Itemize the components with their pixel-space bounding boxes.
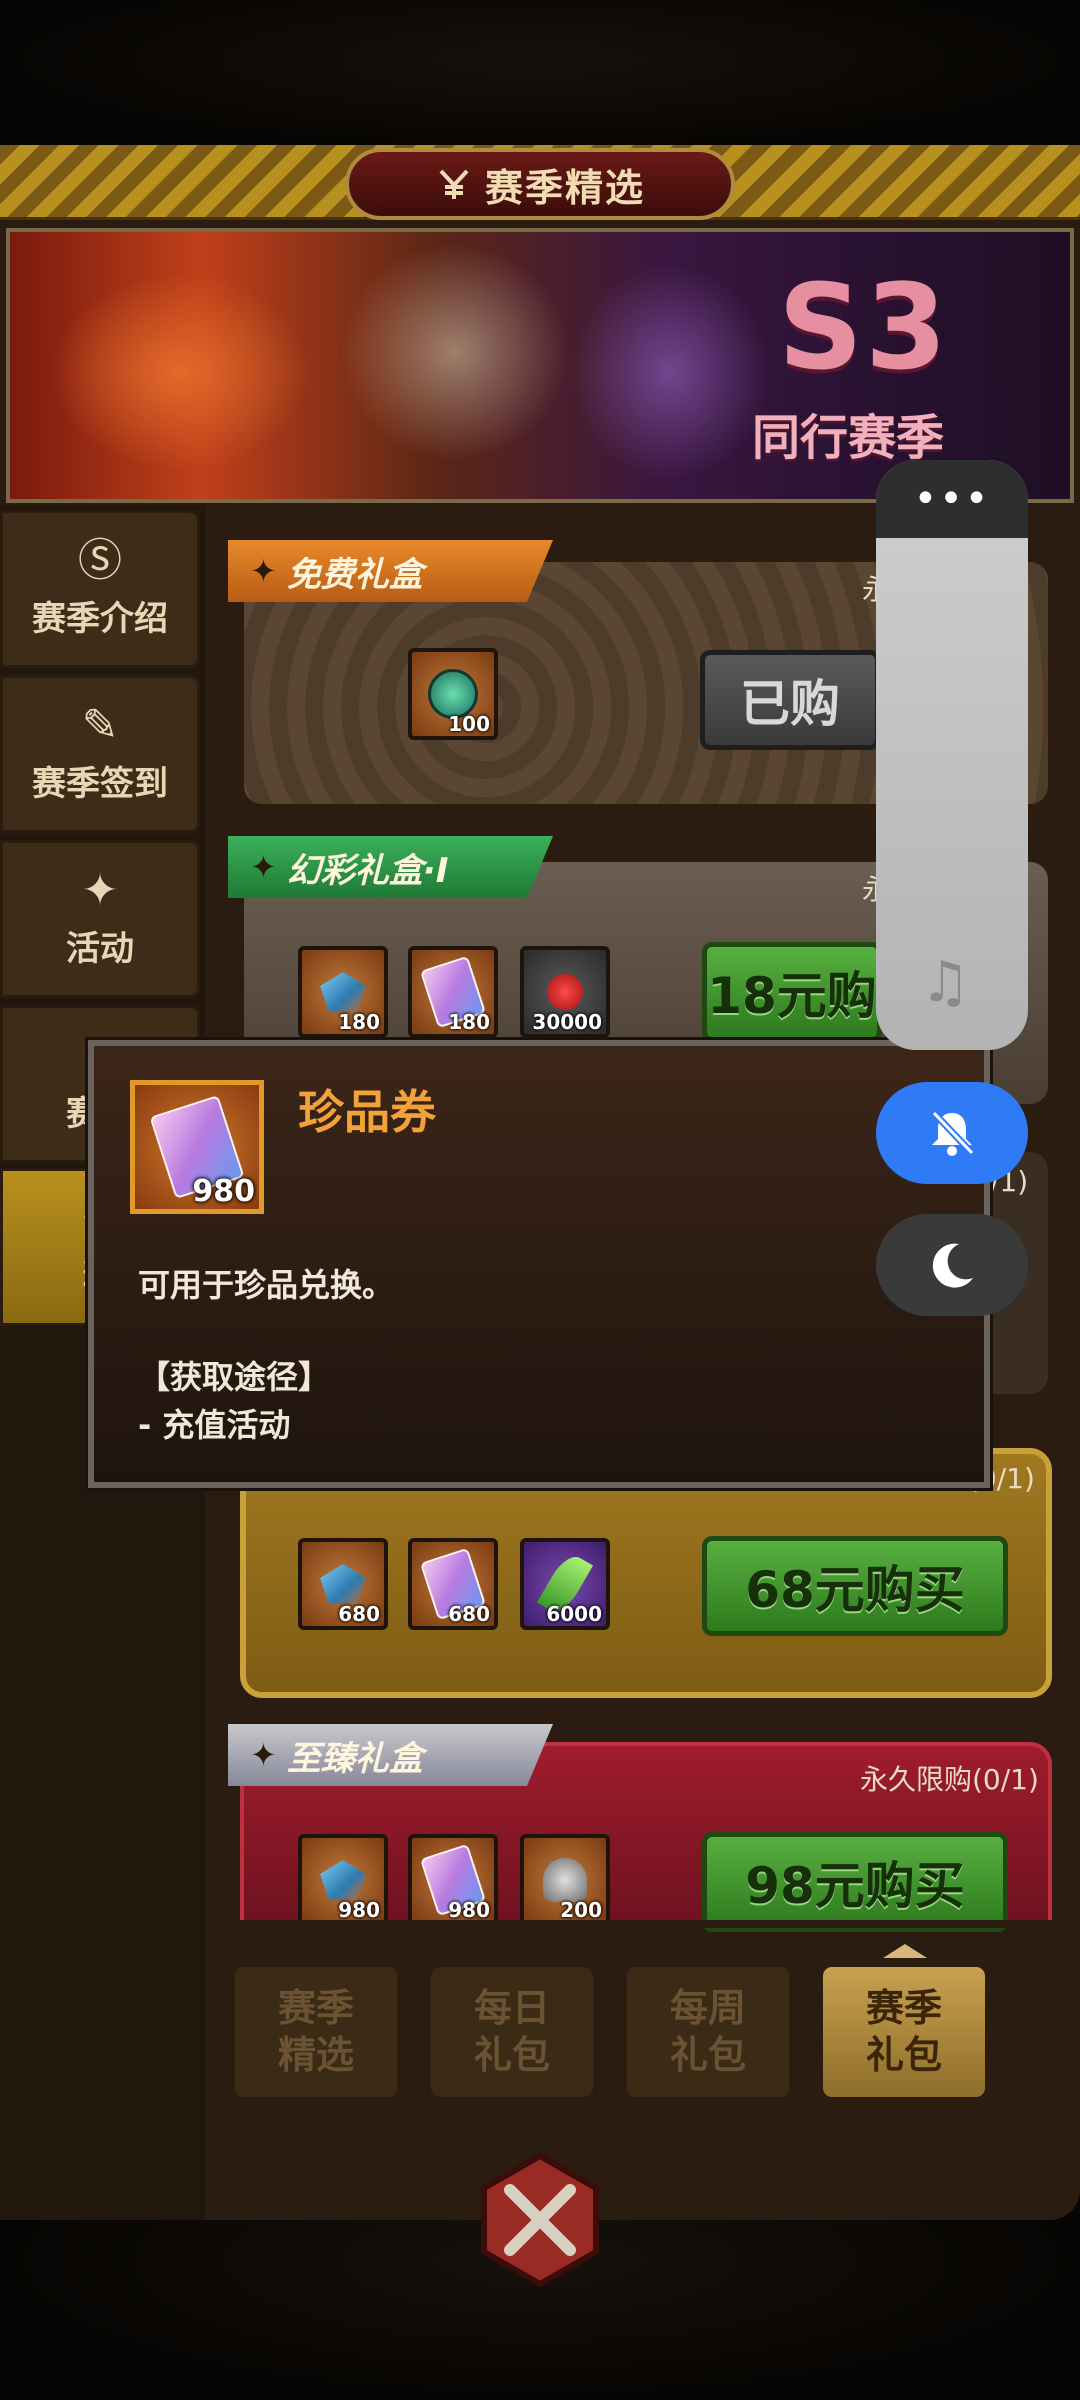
reward-item[interactable]: 680 bbox=[408, 1538, 498, 1630]
tab-label-line2: 礼包 bbox=[669, 2033, 746, 2077]
banner-character-purple bbox=[570, 262, 770, 482]
sidebar-item-label: 赛季介绍 bbox=[32, 598, 168, 639]
more-options-button[interactable]: ••• bbox=[876, 460, 1028, 538]
reward-item[interactable]: 200 bbox=[520, 1834, 610, 1926]
page-title-plate: 赛季精选 bbox=[345, 148, 735, 220]
s-badge-icon: Ⓢ bbox=[78, 534, 122, 586]
tab-label-line2: 礼包 bbox=[473, 2033, 550, 2077]
reward-item[interactable]: 100 bbox=[408, 648, 498, 740]
tab-season-featured[interactable]: 赛季 精选 bbox=[232, 1964, 400, 2100]
gift-name: 幻彩礼盒·I bbox=[286, 850, 449, 891]
sidebar-item-label: 赛季签到 bbox=[32, 763, 168, 804]
item-quantity: 30000 bbox=[532, 1010, 602, 1034]
item-quantity: 6000 bbox=[546, 1602, 602, 1626]
sparkle-icon: ✦ bbox=[250, 1736, 277, 1774]
purchase-limit: 永久限购(0/1) bbox=[860, 1763, 1039, 1796]
tooltip-description: 可用于珍品兑换。 bbox=[138, 1266, 395, 1304]
mute-toggle-button[interactable] bbox=[876, 1082, 1028, 1184]
close-icon[interactable] bbox=[470, 2150, 610, 2290]
gem-icon bbox=[320, 1860, 366, 1900]
gift-ribbon-rainbow: ✦ 幻彩礼盒·I bbox=[228, 836, 553, 898]
item-quantity: 180 bbox=[338, 1010, 380, 1034]
reward-item[interactable]: 980 bbox=[408, 1834, 498, 1926]
gift-name: 至臻礼盒 bbox=[286, 1738, 423, 1779]
sparkle-icon: ✦ bbox=[250, 848, 277, 886]
reward-item[interactable]: 180 bbox=[298, 946, 388, 1038]
sidebar-item-season-checkin[interactable]: ✎ 赛季签到 bbox=[0, 675, 200, 833]
bell-icon bbox=[543, 1858, 587, 1902]
tab-season-pack[interactable]: 赛季 礼包 bbox=[820, 1964, 988, 2100]
item-quantity: 180 bbox=[448, 1010, 490, 1034]
sparkle-icon: ✦ bbox=[250, 552, 277, 590]
buy-68-button[interactable]: 68元购买 bbox=[702, 1536, 1008, 1636]
tab-label-line1: 赛季 bbox=[277, 1985, 354, 2030]
page-title: 赛季精选 bbox=[484, 165, 645, 210]
tab-label-line1: 每日 bbox=[473, 1985, 550, 2030]
tab-daily-pack[interactable]: 每日 礼包 bbox=[428, 1964, 596, 2100]
list-clip-edge bbox=[228, 1920, 1058, 1928]
buy-18-button[interactable]: 18元购 bbox=[702, 942, 882, 1042]
moon-icon bbox=[932, 1243, 973, 1288]
tooltip-item-frame: 980 bbox=[130, 1080, 264, 1214]
bell-off-icon bbox=[931, 1110, 975, 1156]
gift-icon: ✦ bbox=[81, 864, 119, 916]
gem-icon bbox=[320, 1564, 366, 1604]
dark-mode-toggle-button[interactable] bbox=[876, 1214, 1028, 1316]
music-note-icon: ♫ bbox=[920, 950, 971, 1015]
banner-season-name: 同行赛季 bbox=[752, 410, 945, 466]
tooltip-title: 珍品券 bbox=[298, 1085, 436, 1139]
item-quantity: 980 bbox=[448, 1898, 490, 1922]
sidebar-item-label: 活动 bbox=[66, 928, 134, 969]
gift-ribbon-supreme: ✦ 至臻礼盒 bbox=[228, 1724, 553, 1786]
banner-character-white bbox=[340, 242, 570, 462]
purchased-button[interactable]: 已购 bbox=[700, 650, 880, 750]
tooltip-item-quantity: 980 bbox=[192, 1174, 255, 1209]
item-quantity: 680 bbox=[338, 1602, 380, 1626]
tab-label-line1: 每周 bbox=[669, 1985, 746, 2030]
yen-scissor-icon bbox=[439, 169, 469, 199]
pen-icon: ✎ bbox=[81, 699, 119, 751]
reward-item[interactable]: 6000 bbox=[520, 1538, 610, 1630]
tooltip-source-item: - 充值活动 bbox=[138, 1406, 291, 1444]
banner-season-code: S3 bbox=[778, 258, 950, 396]
reward-item[interactable]: 680 bbox=[298, 1538, 388, 1630]
buy-98-button[interactable]: 98元购买 bbox=[702, 1832, 1008, 1932]
flower-icon bbox=[547, 974, 583, 1010]
tooltip-source-header: 【获取途径】 bbox=[138, 1358, 331, 1396]
reward-item[interactable]: 180 bbox=[408, 946, 498, 1038]
tab-label-line2: 礼包 bbox=[865, 2033, 942, 2077]
tab-weekly-pack[interactable]: 每周 礼包 bbox=[624, 1964, 792, 2100]
active-tab-caret bbox=[883, 1944, 927, 1958]
tab-label-line2: 精选 bbox=[277, 2033, 354, 2077]
background-top-ornament bbox=[0, 0, 1080, 150]
gift-name: 免费礼盒 bbox=[286, 554, 423, 595]
item-quantity: 980 bbox=[338, 1898, 380, 1922]
item-quantity: 680 bbox=[448, 1602, 490, 1626]
sidebar-item-activity[interactable]: ✦ 活动 bbox=[0, 840, 200, 998]
tab-label-line1: 赛季 bbox=[865, 1985, 942, 2030]
item-quantity: 100 bbox=[448, 712, 490, 736]
reward-item[interactable]: 30000 bbox=[520, 946, 610, 1038]
gift-ribbon-free: ✦ 免费礼盒 bbox=[228, 540, 553, 602]
sidebar-item-season-intro[interactable]: Ⓢ 赛季介绍 bbox=[0, 510, 200, 668]
gem-icon bbox=[320, 972, 366, 1012]
reward-item[interactable]: 980 bbox=[298, 1834, 388, 1926]
item-quantity: 200 bbox=[560, 1898, 602, 1922]
banner-character-fire bbox=[50, 272, 310, 472]
